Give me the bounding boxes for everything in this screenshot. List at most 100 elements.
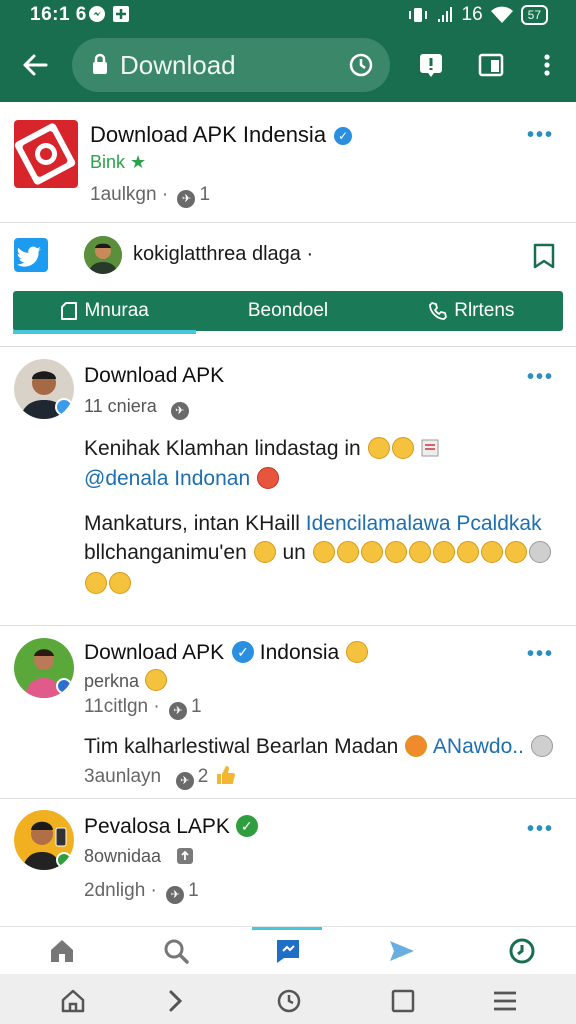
battery-indicator: 57 [520,5,548,25]
share-icon[interactable]: ✈ [168,702,187,720]
smile-emoji-icon [346,641,369,663]
bink-text: Bink [90,152,126,172]
clock-icon[interactable] [508,937,536,965]
recents-square-icon[interactable] [390,988,416,1014]
messages-icon[interactable] [274,937,302,965]
tab-label: Rlrtens [454,300,515,321]
tab-mnuraa[interactable]: Mnuraa [13,291,196,331]
divider [0,798,576,799]
post-meta: 3aunlayn ✈ 2 [84,764,236,790]
share-user-text: kokiglatthrea dlaga [133,243,301,265]
send-icon[interactable] [388,937,416,965]
post-author[interactable]: Download APK [84,364,224,388]
more-options-button[interactable]: ••• [527,124,554,147]
grin-emoji-icon [85,572,107,594]
more-options-button[interactable]: ••• [527,818,554,841]
app-title[interactable]: Download APK Indensia ✓ [90,122,353,148]
post-subtitle: 8ownidaa [84,846,194,867]
url-text[interactable]: Download [120,50,236,81]
system-navigation-bar [0,974,576,1024]
avatar-person-icon [14,638,74,698]
overflow-menu-icon[interactable] [534,52,560,78]
wifi-icon [490,6,513,23]
avatar[interactable] [84,236,122,274]
post-text-line: Mankaturs, intan KHaill Idencilamalawa P… [84,512,542,536]
phone-icon [429,302,448,320]
post-text-line: Tim kalharlestiwal Bearlan Madan ANawdo.… [84,735,554,759]
forward-chevron-icon[interactable] [162,988,188,1014]
bottom-navigation [0,926,576,974]
more-options-button[interactable]: ••• [527,643,554,666]
link-text[interactable]: ANawdo.. [433,735,524,758]
grin-emoji-icon [408,541,431,563]
app-logo-icon [14,123,76,185]
post-text-line: bllchanganimu'en un [84,541,552,565]
back-arrow-icon[interactable] [20,50,50,80]
bookmark-icon[interactable] [532,243,556,269]
post-sub-text: 8ownidaa [84,846,162,866]
header-meta-count: 1 [199,184,211,205]
twitter-icon[interactable] [14,238,48,272]
cry-emoji-icon [145,669,168,691]
post-author[interactable]: Download APK ✓ Indonsia [84,641,369,665]
search-icon[interactable] [162,937,190,965]
avatar[interactable] [14,638,74,698]
tears-emoji-icon [312,541,335,563]
tab-beondoel[interactable]: Beondoel [196,291,379,331]
verified-check-icon: ✓ [235,815,258,837]
messenger-icon [89,6,105,22]
status-time: 16:1 6 [30,4,87,25]
history-clock-icon[interactable] [348,52,374,78]
post-time: 3aunlayn [84,766,162,787]
post-sub-text: perkna [84,671,140,691]
post-mention-line[interactable]: @denala Indonan [84,467,280,491]
share-icon[interactable]: ✈ [175,772,194,790]
status-right: 16 57 [408,4,548,26]
post-meta: 11citlgn · ✈ 1 [84,696,202,720]
link-text[interactable]: Idencilamalawa Pcaldkak [306,512,542,535]
address-bar[interactable]: Download [72,38,390,92]
grin-emoji-icon [391,437,414,459]
post-count: 1 [190,696,202,717]
post-author[interactable]: Pevalosa LAPK ✓ [84,815,258,839]
more-options-button[interactable]: ••• [527,366,554,389]
nav-active-indicator [252,927,322,930]
upload-box-icon[interactable] [176,847,194,865]
tabs-switcher-icon[interactable] [478,52,504,78]
home-icon[interactable] [48,937,76,965]
header-meta: 1aulkgn · ✈ 1 [90,184,210,208]
face-emoji-icon [405,735,428,757]
avatar-person-icon [14,359,74,419]
post-count: 1 [188,880,199,901]
share-icon[interactable]: ✈ [170,402,189,420]
verified-badge-icon: ✓ [231,641,254,663]
laugh-emoji-icon [109,572,131,594]
app-logo [14,120,78,188]
post-text: Mankaturs, intan KHaill [84,512,300,535]
browser-toolbar: Download [0,30,576,102]
post-text: bllchanganimu'en [84,541,247,564]
status-bar: 16:1 6 16 57 [0,0,576,30]
share-count-icon: ✈ [177,190,196,208]
cup-emoji-icon [528,541,551,563]
tab-rlrtens[interactable]: Rlrtens [380,291,563,331]
menu-lines-icon[interactable] [492,988,518,1014]
face-emoji-icon [256,467,279,489]
mention-link[interactable]: @denala Indonan [84,467,250,490]
avatar[interactable] [14,359,74,419]
sad-emoji-icon [530,735,553,757]
share-icon[interactable]: ✈ [166,886,185,904]
tab-label: Beondoel [247,300,329,321]
star-icon: ★ [130,152,147,172]
system-home-icon[interactable] [60,988,86,1014]
post-time: 11citlgn [84,696,149,717]
note-emoji-icon [421,439,439,457]
notification-alert-icon[interactable] [418,52,444,78]
post-text: Kenihak Klamhan lindastag in [84,437,361,460]
avatar[interactable] [14,810,74,870]
grin-emoji-icon [384,541,407,563]
history-icon[interactable] [276,988,302,1014]
app-title-text: Download APK Indensia [90,122,327,147]
signal-icon [437,7,452,22]
thumbs-up-icon[interactable] [214,764,236,786]
